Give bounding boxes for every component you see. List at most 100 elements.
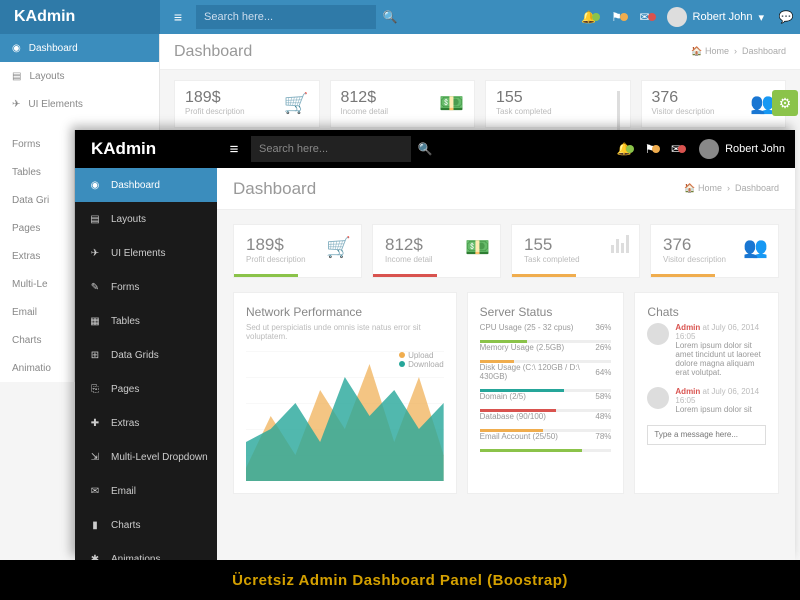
- sidebar-blue: ◉Dashboard ▤Layouts ✈UI Elements: [0, 34, 160, 130]
- status-row: Domain (2/5)58%: [480, 392, 612, 401]
- menu-toggle-icon[interactable]: ≡: [217, 141, 251, 158]
- chat-message: Admin at July 06, 2014 16:05Lorem ipsum …: [647, 323, 766, 377]
- avatar: [647, 323, 669, 345]
- sidebar-item[interactable]: Forms: [0, 130, 74, 158]
- mail-icon[interactable]: ✉: [631, 10, 659, 24]
- stat-value: 155: [496, 89, 620, 107]
- stat-card: 189$ Profit description 🛒: [233, 224, 362, 278]
- search-input[interactable]: [196, 5, 376, 29]
- stat-card: 155 Task completed: [485, 80, 631, 128]
- stat-card: 376 Visitor description 👥: [641, 80, 787, 128]
- pages-icon: ⎘: [89, 384, 101, 395]
- sidebar-item-ui[interactable]: ✈UI Elements: [0, 90, 159, 118]
- sidebar-item-label: Pages: [111, 384, 139, 395]
- page-title: Dashboard: [174, 43, 252, 61]
- user-menu[interactable]: Robert John ▾: [659, 7, 772, 27]
- sidebar-item[interactable]: ⊞Data Grids: [75, 338, 217, 372]
- card-icon: 💵: [465, 235, 490, 260]
- top-header-blue: KAdmin ≡ 🔍 🔔 ⚑ ✉ Robert John ▾ 💬: [0, 0, 800, 34]
- search-icon[interactable]: 🔍: [411, 142, 439, 156]
- mail-icon[interactable]: ✉: [663, 142, 689, 156]
- chart-legend: Upload Download: [399, 351, 444, 369]
- search-input[interactable]: [251, 136, 411, 162]
- chats-panel: Chats Admin at July 06, 2014 16:05Lorem …: [634, 292, 779, 494]
- sidebar-item[interactable]: ▮ Charts: [75, 508, 217, 542]
- status-row: Disk Usage (C:\ 120GB / D:\ 430GB)64%: [480, 363, 612, 381]
- sidebar-item[interactable]: Tables: [0, 158, 74, 186]
- sidebar-item-label: Email: [111, 486, 136, 497]
- sidebar-item[interactable]: Charts: [0, 326, 74, 354]
- dark-theme-preview: KAdmin ≡ 🔍 🔔 ⚑ ✉ Robert John ◉ Dashboard ▤…: [75, 130, 795, 560]
- email-icon: ✉: [89, 486, 101, 497]
- page-title: Dashboard: [233, 179, 316, 199]
- stat-card: 812$ Income detail 💵: [372, 224, 501, 278]
- sidebar-item-label: Dashboard: [111, 180, 160, 191]
- panel-subtitle: Sed ut perspiciatis unde omnis iste natu…: [246, 323, 444, 341]
- sidebar-item[interactable]: ✎ Forms: [75, 270, 217, 304]
- card-icon: 🛒: [326, 235, 351, 260]
- settings-gear-icon[interactable]: ⚙: [772, 90, 798, 116]
- bell-icon[interactable]: 🔔: [611, 142, 637, 156]
- stat-card: 376 Visitor description 👥: [650, 224, 779, 278]
- sidebar-item-label: Charts: [111, 520, 140, 531]
- sidebar-item-label: Layouts: [111, 214, 146, 225]
- sidebar-item[interactable]: ◉ Dashboard: [75, 168, 217, 202]
- flag-icon[interactable]: ⚑: [603, 10, 631, 24]
- bell-icon[interactable]: 🔔: [575, 10, 603, 24]
- extras-icon: ✚: [89, 418, 101, 429]
- stat-card: 812$ Income detail 💵: [330, 80, 476, 128]
- sidebar-item-dashboard[interactable]: ◉Dashboard: [0, 34, 159, 62]
- sidebar-item[interactable]: Pages: [0, 214, 74, 242]
- sidebar-item[interactable]: ✈ UI Elements: [75, 236, 217, 270]
- menu-toggle-icon[interactable]: ≡: [160, 9, 196, 25]
- forms-icon: ✎: [89, 282, 101, 293]
- panel-title: Network Performance: [246, 305, 444, 319]
- chat-icon[interactable]: 💬: [772, 10, 800, 24]
- stat-label: Task completed: [524, 255, 627, 264]
- sidebar-item[interactable]: ⇲Multi-Level Dropdown: [75, 440, 217, 474]
- sidebar-item[interactable]: ⎘ Pages: [75, 372, 217, 406]
- tables-icon: ▦: [89, 316, 101, 327]
- ui elements-icon: ✈: [89, 248, 101, 259]
- sidebar-item[interactable]: Animatio: [0, 354, 74, 382]
- charts-icon: ▮: [89, 520, 101, 531]
- sidebar-blue-continued: FormsTablesData GriPagesExtrasMulti-LeEm…: [0, 130, 75, 382]
- chat-message: Admin at July 06, 2014 16:05Lorem ipsum …: [647, 387, 766, 414]
- dashboard-icon: ◉: [89, 180, 101, 191]
- user-menu[interactable]: Robert John: [689, 139, 795, 159]
- sidebar-item-label: Tables: [111, 316, 140, 327]
- sidebar-item[interactable]: Extras: [0, 242, 74, 270]
- card-icon: 💵: [439, 91, 464, 116]
- sidebar-item[interactable]: ▦ Tables: [75, 304, 217, 338]
- sidebar-item-layouts[interactable]: ▤Layouts: [0, 62, 159, 90]
- sidebar-item[interactable]: ✚Extras: [75, 406, 217, 440]
- sidebar-item-label: Forms: [111, 282, 139, 293]
- sidebar-item[interactable]: ▤Layouts: [75, 202, 217, 236]
- blue-theme-preview: KAdmin ≡ 🔍 🔔 ⚑ ✉ Robert John ▾ 💬 ◉Dashbo…: [0, 0, 800, 130]
- panel-title: Chats: [647, 305, 766, 319]
- flag-icon[interactable]: ⚑: [637, 142, 663, 156]
- sidebar-item[interactable]: Multi-Le: [0, 270, 74, 298]
- sidebar-item[interactable]: Email: [0, 298, 74, 326]
- breadcrumb: 🏠 Home › Dashboard: [684, 183, 779, 194]
- sidebar-item[interactable]: ✉ Email: [75, 474, 217, 508]
- sidebar-item[interactable]: Data Gri: [0, 186, 74, 214]
- chat-input[interactable]: [647, 425, 766, 445]
- stat-label: Task completed: [496, 107, 620, 116]
- brand-logo: KAdmin: [75, 139, 217, 159]
- search-icon[interactable]: 🔍: [376, 10, 404, 24]
- multi-level dropdown-icon: ⇲: [89, 452, 101, 463]
- sidebar-item-label: UI Elements: [111, 248, 165, 259]
- area-chart: Upload Download: [246, 351, 444, 481]
- avatar: [699, 139, 719, 159]
- card-icon: 👥: [743, 235, 768, 260]
- status-row: Email Account (25/50)78%: [480, 432, 612, 441]
- page-title-bar: Dashboard 🏠 Home › Dashboard: [217, 168, 795, 210]
- card-icon: [611, 235, 629, 253]
- panel-title: Server Status: [480, 305, 612, 319]
- status-row: Database (90/100)48%: [480, 412, 612, 421]
- brand-logo: KAdmin: [0, 0, 160, 34]
- caption-bar: Ücretsiz Admin Dashboard Panel (Boostrap…: [0, 560, 800, 600]
- data grids-icon: ⊞: [89, 350, 101, 361]
- stat-card: 189$ Profit description 🛒: [174, 80, 320, 128]
